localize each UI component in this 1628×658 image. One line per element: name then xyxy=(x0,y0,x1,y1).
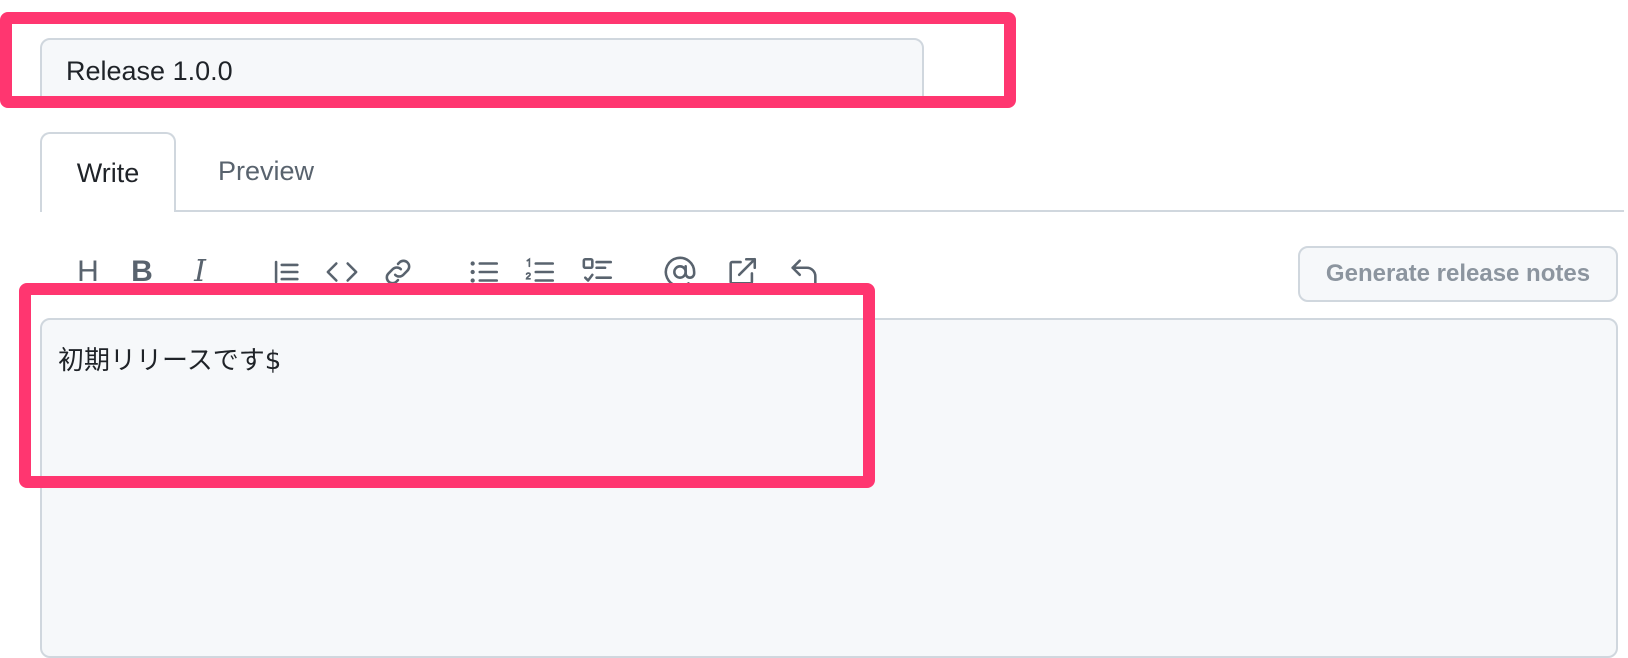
generate-release-notes-button[interactable]: Generate release notes xyxy=(1298,246,1618,302)
tab-write[interactable]: Write xyxy=(40,132,176,212)
highlight-box-title xyxy=(0,12,1016,108)
tab-divider xyxy=(40,210,1624,212)
tab-preview[interactable]: Preview xyxy=(208,132,324,210)
highlight-box-body xyxy=(19,283,875,488)
